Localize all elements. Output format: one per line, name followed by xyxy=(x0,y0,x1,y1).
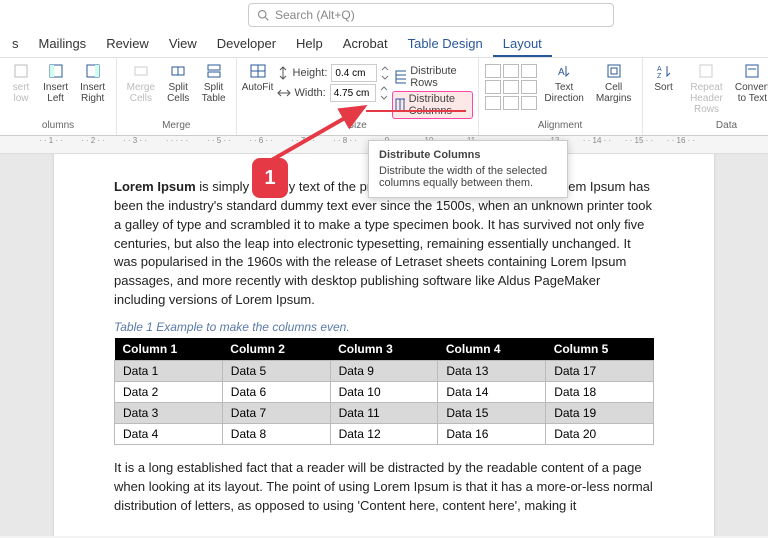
table-cell[interactable]: Data 19 xyxy=(546,402,654,423)
table-cell[interactable]: Data 3 xyxy=(115,402,223,423)
table-header[interactable]: Column 4 xyxy=(438,338,546,361)
table-cell[interactable]: Data 18 xyxy=(546,381,654,402)
page[interactable]: Lorem Ipsum is simply dummy text of the … xyxy=(54,154,714,536)
table-cell[interactable]: Data 9 xyxy=(330,360,438,381)
table-cell[interactable]: Data 16 xyxy=(438,423,546,444)
table-cell[interactable]: Data 12 xyxy=(330,423,438,444)
search-icon xyxy=(257,9,269,21)
table-row[interactable]: Data 4Data 8Data 12Data 16Data 20 xyxy=(115,423,654,444)
group-rows-columns: sert low Insert Left Insert Right olumns xyxy=(0,58,117,135)
tooltip-body: Distribute the width of the selected col… xyxy=(379,165,557,189)
tab-help[interactable]: Help xyxy=(286,30,333,57)
tab-view[interactable]: View xyxy=(159,30,207,57)
table-cell[interactable]: Data 4 xyxy=(115,423,223,444)
svg-text:A: A xyxy=(657,66,662,73)
title-bar: Search (Alt+Q) xyxy=(0,0,768,30)
table-cell[interactable]: Data 6 xyxy=(222,381,330,402)
tab-developer[interactable]: Developer xyxy=(207,30,286,57)
table-cell[interactable]: Data 8 xyxy=(222,423,330,444)
insert-right-button[interactable]: Insert Right xyxy=(75,60,110,106)
split-table-button[interactable]: Split Table xyxy=(198,60,230,106)
search-input[interactable]: Search (Alt+Q) xyxy=(248,3,614,27)
table-row[interactable]: Data 3Data 7Data 11Data 15Data 19 xyxy=(115,402,654,423)
table-caption[interactable]: Table 1 Example to make the columns even… xyxy=(114,320,654,334)
distribute-rows-button[interactable]: Distribute Rows xyxy=(393,64,471,90)
group-merge: Merge Cells Split Cells Split Table Merg… xyxy=(117,58,237,135)
table-cell[interactable]: Data 14 xyxy=(438,381,546,402)
tab-mailings[interactable]: Mailings xyxy=(29,30,97,57)
table-cell[interactable]: Data 17 xyxy=(546,360,654,381)
text-direction-button[interactable]: AText Direction xyxy=(541,60,588,106)
table-row[interactable]: Data 2Data 6Data 10Data 14Data 18 xyxy=(115,381,654,402)
tab-layout[interactable]: Layout xyxy=(493,30,552,57)
height-input[interactable] xyxy=(331,64,377,82)
tooltip-title: Distribute Columns xyxy=(379,149,557,161)
annotation-badge: 1 xyxy=(252,158,288,198)
table-cell[interactable]: Data 15 xyxy=(438,402,546,423)
spinner-icon[interactable] xyxy=(381,65,389,81)
cell-margins-button[interactable]: Cell Margins xyxy=(592,60,636,106)
table-cell[interactable]: Data 11 xyxy=(330,402,438,423)
svg-text:A: A xyxy=(558,67,565,78)
doc-table[interactable]: Column 1Column 2Column 3Column 4Column 5… xyxy=(114,338,654,445)
search-placeholder: Search (Alt+Q) xyxy=(275,8,355,22)
table-cell[interactable]: Data 1 xyxy=(115,360,223,381)
document-area[interactable]: Lorem Ipsum is simply dummy text of the … xyxy=(0,154,768,536)
ribbon-tabs: s Mailings Review View Developer Help Ac… xyxy=(0,30,768,58)
autofit-button[interactable]: AutoFit xyxy=(243,60,273,95)
height-icon xyxy=(277,66,289,80)
spinner-icon[interactable] xyxy=(380,85,388,101)
tab-acrobat[interactable]: Acrobat xyxy=(333,30,398,57)
group-data: AZSort Repeat Header Rows Convert to Tex… xyxy=(643,58,768,135)
repeat-header-rows-button: Repeat Header Rows xyxy=(683,60,731,117)
table-cell[interactable]: Data 13 xyxy=(438,360,546,381)
table-cell[interactable]: Data 5 xyxy=(222,360,330,381)
distribute-rows-icon xyxy=(395,70,406,84)
width-row: Width: xyxy=(277,84,390,102)
annotation-underline xyxy=(366,110,466,112)
ribbon: sert low Insert Left Insert Right olumns… xyxy=(0,58,768,136)
tab-partial[interactable]: s xyxy=(2,30,29,57)
table-row[interactable]: Data 1Data 5Data 9Data 13Data 17 xyxy=(115,360,654,381)
table-header[interactable]: Column 3 xyxy=(330,338,438,361)
tab-review[interactable]: Review xyxy=(96,30,159,57)
sort-button[interactable]: AZSort xyxy=(649,60,679,95)
width-icon xyxy=(277,87,291,99)
table-header[interactable]: Column 2 xyxy=(222,338,330,361)
convert-to-text-button[interactable]: Convert to Text xyxy=(734,60,768,106)
svg-text:Z: Z xyxy=(657,73,662,79)
merge-cells-button: Merge Cells xyxy=(123,60,159,106)
group-alignment: AText Direction Cell Margins Alignment xyxy=(479,58,643,135)
insert-below-button[interactable]: sert low xyxy=(6,60,36,106)
table-cell[interactable]: Data 7 xyxy=(222,402,330,423)
alignment-grid[interactable] xyxy=(485,60,537,110)
tab-table-design[interactable]: Table Design xyxy=(398,30,493,57)
width-input[interactable] xyxy=(330,84,376,102)
table-header[interactable]: Column 1 xyxy=(115,338,223,361)
table-header[interactable]: Column 5 xyxy=(546,338,654,361)
height-row: Height: xyxy=(277,64,390,82)
paragraph-2[interactable]: It is a long established fact that a rea… xyxy=(114,459,654,516)
table-cell[interactable]: Data 20 xyxy=(546,423,654,444)
distribute-columns-button[interactable]: Distribute Columns xyxy=(393,92,471,118)
split-cells-button[interactable]: Split Cells xyxy=(163,60,194,106)
table-cell[interactable]: Data 2 xyxy=(115,381,223,402)
insert-left-button[interactable]: Insert Left xyxy=(40,60,71,106)
tooltip-distribute-columns: Distribute Columns Distribute the width … xyxy=(368,140,568,198)
table-cell[interactable]: Data 10 xyxy=(330,381,438,402)
